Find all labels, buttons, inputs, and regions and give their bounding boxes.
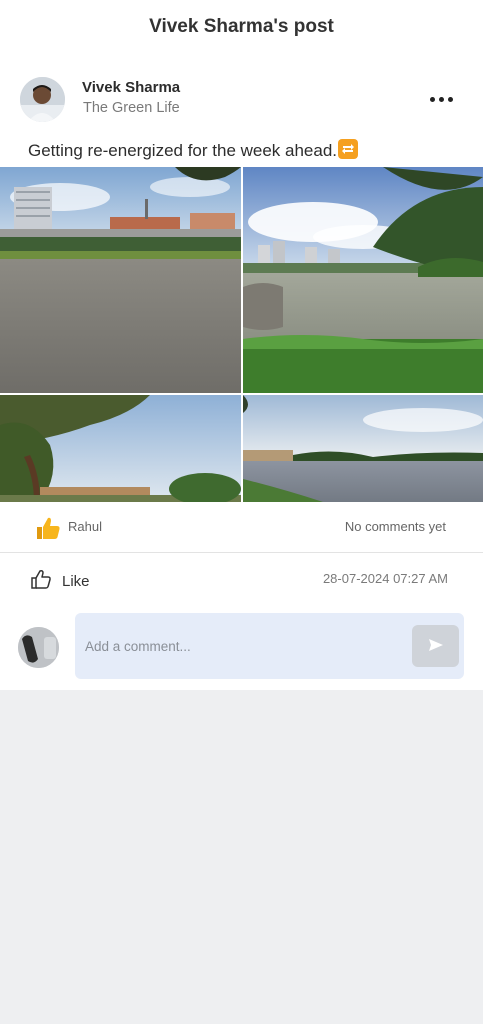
post-photo-4[interactable] — [243, 395, 483, 502]
comments-status: No comments yet — [344, 519, 446, 534]
like-button[interactable]: Like — [30, 567, 90, 595]
more-dot-icon — [438, 96, 444, 102]
more-dot-icon — [429, 96, 435, 102]
thumbs-up-outline-icon — [30, 569, 52, 594]
current-user-avatar — [18, 627, 59, 668]
more-options-button[interactable] — [423, 86, 459, 112]
post-photo-1[interactable] — [0, 167, 241, 393]
reaction-summary[interactable]: Rahul No comments yet — [0, 503, 483, 551]
post-photo-2[interactable] — [243, 167, 483, 393]
send-button[interactable] — [412, 625, 459, 667]
author-name[interactable]: Vivek Sharma — [82, 79, 180, 96]
post-timestamp: 28-07-2024 07:27 AM — [322, 571, 448, 586]
post-text: Getting re-energized for the week ahead. — [28, 139, 359, 161]
photo-grid — [0, 167, 483, 502]
post-text-content: Getting re-energized for the week ahead. — [28, 141, 338, 160]
thumbs-up-emoji-icon — [35, 516, 61, 545]
more-dot-icon — [447, 96, 453, 102]
page-title: Vivek Sharma's post — [149, 16, 334, 37]
post-photo-3[interactable] — [0, 395, 241, 502]
comment-composer — [75, 613, 464, 679]
reactor-name: Rahul — [68, 519, 102, 534]
group-name[interactable]: The Green Life — [83, 100, 180, 116]
post-card: Vivek Sharma's post Vivek Sharma The Gre… — [0, 0, 483, 690]
repeat-emoji-icon — [338, 139, 359, 159]
author-avatar[interactable] — [20, 77, 65, 122]
send-icon — [428, 638, 444, 655]
like-label: Like — [62, 572, 90, 590]
divider — [0, 552, 483, 553]
comment-input[interactable] — [85, 635, 405, 657]
